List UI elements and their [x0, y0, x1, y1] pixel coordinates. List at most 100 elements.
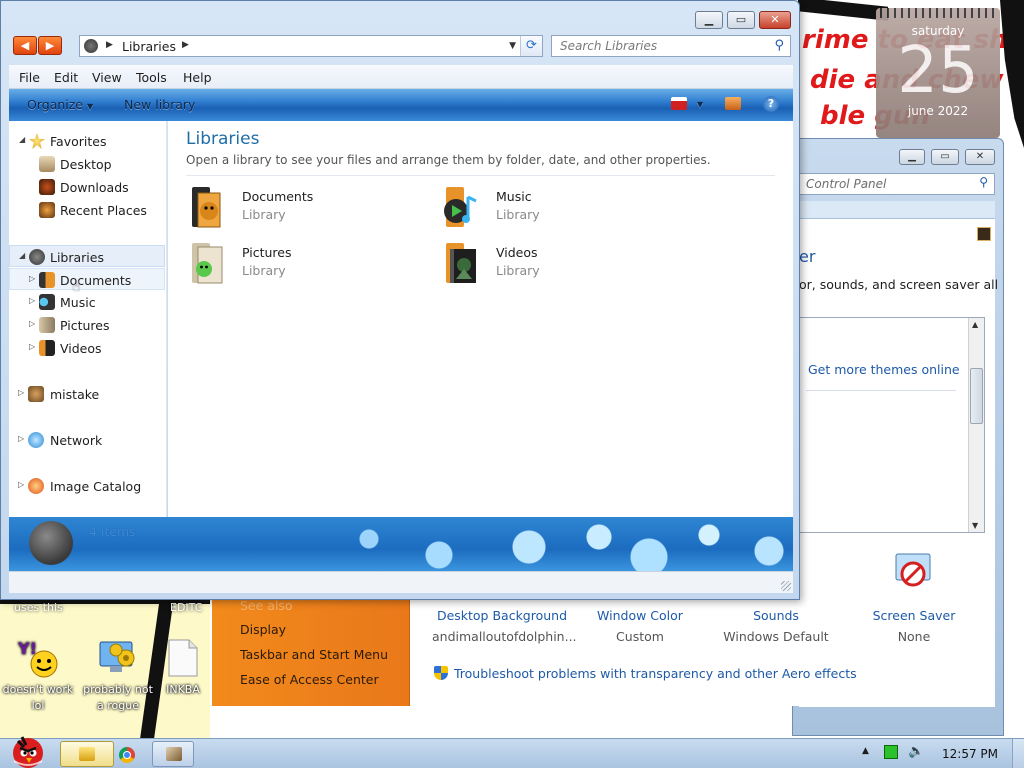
- menu-file[interactable]: File: [19, 70, 40, 85]
- minimize-button[interactable]: ▁: [695, 11, 723, 29]
- themes-scrollbar[interactable]: ▲ ▼: [968, 318, 984, 532]
- start-button[interactable]: [4, 731, 50, 768]
- nav-favorites[interactable]: ◢ Favorites: [9, 130, 165, 152]
- explorer-window[interactable]: ▁ ▭ ✕ ◀ ▶ ▶ Libraries ▶ ▼ ⟳ Search Libra…: [0, 0, 800, 600]
- wallpaper-black-stroke: [798, 0, 888, 21]
- breadcrumb-arrow-icon[interactable]: ▶: [106, 40, 113, 50]
- nav-homegroup[interactable]: ▷ mistake: [9, 383, 165, 405]
- nav-recent-places[interactable]: Recent Places: [9, 199, 165, 221]
- monitor-gears-icon: [96, 636, 140, 680]
- expand-arrow-icon[interactable]: ◢: [19, 251, 25, 260]
- nav-label: Documents: [60, 273, 132, 288]
- maximize-button[interactable]: ▭: [931, 149, 959, 165]
- preview-pane-icon[interactable]: [725, 97, 741, 110]
- library-documents[interactable]: Documents Library: [188, 185, 428, 235]
- help-icon[interactable]: [977, 227, 991, 241]
- nav-image-catalog[interactable]: ▷ Image Catalog: [9, 475, 165, 497]
- control-panel-toolbar: [799, 201, 995, 219]
- theme-item-value: andimalloutofdolphin...: [432, 629, 577, 644]
- theme-item-value: None: [897, 629, 931, 644]
- taskbar-control-panel-button[interactable]: [152, 741, 194, 767]
- library-name: Pictures: [242, 245, 292, 260]
- new-library-button[interactable]: New library: [124, 97, 195, 112]
- theme-item-desktop-background[interactable]: Desktop Background andimalloutofdolphin.…: [432, 608, 577, 644]
- calendar-gadget[interactable]: saturday 25 june 2022: [876, 8, 1000, 138]
- forward-button[interactable]: ▶: [38, 36, 62, 55]
- divider: [186, 175, 775, 176]
- search-input[interactable]: Search Libraries ⚲: [551, 35, 791, 57]
- themes-list[interactable]: Get more themes online ▲ ▼: [799, 317, 985, 533]
- nav-network[interactable]: ▷ Network: [9, 429, 165, 451]
- nav-libraries[interactable]: ◢ Libraries: [9, 245, 165, 267]
- theme-item-window-color[interactable]: Window Color Custom: [570, 608, 710, 644]
- menu-tools[interactable]: Tools: [136, 70, 167, 85]
- view-options-icon[interactable]: [671, 97, 687, 110]
- search-icon[interactable]: ⚲: [774, 38, 784, 53]
- search-placeholder: Control Panel: [806, 177, 887, 191]
- close-button[interactable]: ✕: [759, 11, 791, 29]
- library-music[interactable]: Music Library: [442, 185, 682, 235]
- desktop-icon-monitor[interactable]: probably not a rogue: [82, 636, 154, 714]
- help-icon[interactable]: ?: [763, 96, 779, 112]
- chevron-down-icon[interactable]: ▼: [697, 100, 703, 109]
- see-also-display-link[interactable]: Display: [240, 622, 286, 637]
- volume-icon[interactable]: 🔈: [908, 744, 924, 759]
- libraries-icon: [84, 39, 98, 53]
- network-status-icon[interactable]: [884, 745, 898, 759]
- control-panel-search-input[interactable]: Control Panel ⚲: [799, 173, 995, 195]
- theme-item-screen-saver[interactable]: Screen Saver None: [844, 608, 984, 644]
- refresh-icon[interactable]: ⟳: [520, 36, 542, 56]
- expand-arrow-icon[interactable]: ▷: [18, 388, 24, 397]
- see-also-taskbar-link[interactable]: Taskbar and Start Menu: [240, 647, 388, 662]
- library-pictures[interactable]: Pictures Library: [188, 241, 428, 291]
- control-panel-icon: [166, 747, 182, 761]
- nav-videos[interactable]: ▷ Videos: [9, 337, 165, 359]
- nav-downloads[interactable]: Downloads: [9, 176, 165, 198]
- expand-arrow-icon[interactable]: ▷: [29, 342, 35, 351]
- get-more-themes-link[interactable]: Get more themes online: [808, 362, 960, 377]
- chevron-down-icon: ▼: [86, 102, 94, 111]
- minimize-button[interactable]: ▁: [899, 149, 925, 165]
- troubleshoot-link[interactable]: Troubleshoot problems with transparency …: [434, 666, 857, 681]
- scroll-down-icon[interactable]: ▼: [972, 521, 978, 530]
- clock[interactable]: 12:57 PM: [942, 747, 998, 761]
- show-hidden-icons-icon[interactable]: ▲: [862, 746, 869, 756]
- expand-arrow-icon[interactable]: ▷: [29, 274, 35, 283]
- search-icon[interactable]: ⚲: [979, 175, 988, 189]
- nav-music[interactable]: ▷ Music: [9, 291, 165, 313]
- see-also-ease-of-access-link[interactable]: Ease of Access Center: [240, 672, 379, 687]
- address-bar[interactable]: ▶ Libraries ▶ ▼ ⟳: [79, 35, 543, 57]
- library-videos[interactable]: Videos Library: [442, 241, 682, 291]
- desktop: rime to eat shit die and chew ble gun sa…: [0, 0, 1024, 738]
- back-button[interactable]: ◀: [13, 36, 37, 55]
- scroll-up-icon[interactable]: ▲: [972, 320, 978, 329]
- taskbar-chrome-button[interactable]: [100, 741, 152, 767]
- expand-arrow-icon[interactable]: ▷: [29, 319, 35, 328]
- show-desktop-button[interactable]: [1012, 739, 1024, 768]
- expand-arrow-icon[interactable]: ◢: [19, 135, 25, 144]
- nav-pictures[interactable]: ▷ Pictures: [9, 314, 165, 336]
- menu-help[interactable]: Help: [183, 70, 212, 85]
- pictures-library-icon: [39, 317, 55, 333]
- theme-item-value: Windows Default: [723, 629, 829, 644]
- desktop-icon-inkba[interactable]: INKBA: [158, 636, 208, 698]
- nav-documents[interactable]: ▷ Documents ☝: [9, 268, 165, 295]
- desktop-icon-yahoo[interactable]: Y! doesn't work lol: [2, 636, 74, 714]
- address-dropdown-icon[interactable]: ▼: [509, 41, 516, 51]
- menu-view[interactable]: View: [92, 70, 122, 85]
- menu-edit[interactable]: Edit: [54, 70, 78, 85]
- organize-button[interactable]: Organize ▼: [27, 97, 93, 112]
- expand-arrow-icon[interactable]: ▷: [18, 434, 24, 443]
- control-panel-description: or, sounds, and screen saver all: [799, 277, 999, 292]
- resize-grip[interactable]: [781, 581, 791, 591]
- theme-item-sounds[interactable]: Sounds Windows Default: [706, 608, 846, 644]
- expand-arrow-icon[interactable]: ▷: [18, 480, 24, 489]
- maximize-button[interactable]: ▭: [727, 11, 755, 29]
- breadcrumb-libraries[interactable]: Libraries: [122, 39, 176, 54]
- chrome-icon: [119, 747, 135, 763]
- scrollbar-thumb[interactable]: [970, 368, 983, 424]
- breadcrumb-arrow-icon[interactable]: ▶: [182, 40, 189, 50]
- expand-arrow-icon[interactable]: ▷: [29, 296, 35, 305]
- nav-desktop[interactable]: Desktop: [9, 153, 165, 175]
- close-button[interactable]: ✕: [965, 149, 995, 165]
